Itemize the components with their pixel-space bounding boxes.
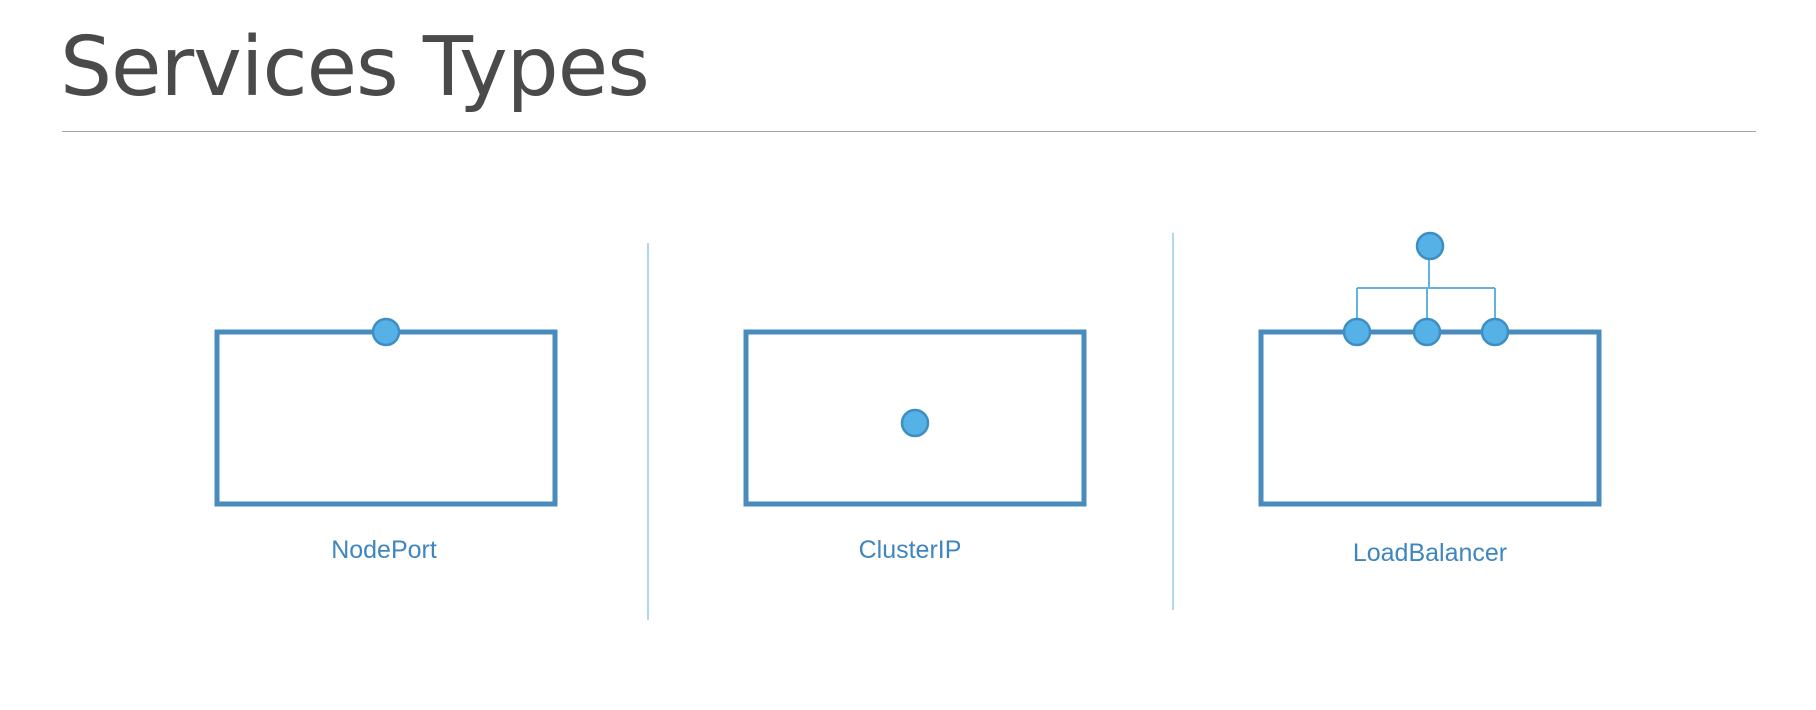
- clusterip-port-icon: [900, 408, 930, 438]
- loadbalancer-port-icon-1: [1342, 317, 1372, 347]
- nodeport-node-box: [214, 329, 558, 507]
- loadbalancer-entry-icon: [1415, 231, 1445, 261]
- nodeport-label: NodePort: [331, 536, 437, 564]
- loadbalancer-label: LoadBalancer: [1353, 539, 1507, 567]
- loadbalancer-diagram: LoadBalancer: [1258, 231, 1602, 567]
- loadbalancer-node-box: [1258, 329, 1602, 507]
- service-types-diagram: NodePort ClusterIP LoadBalancer: [214, 231, 1602, 620]
- clusterip-diagram: ClusterIP: [743, 329, 1087, 564]
- clusterip-label: ClusterIP: [859, 536, 962, 564]
- nodeport-port-icon: [371, 317, 401, 347]
- nodeport-diagram: NodePort: [214, 317, 558, 564]
- loadbalancer-port-icon-2: [1412, 317, 1442, 347]
- loadbalancer-port-icon-3: [1480, 317, 1510, 347]
